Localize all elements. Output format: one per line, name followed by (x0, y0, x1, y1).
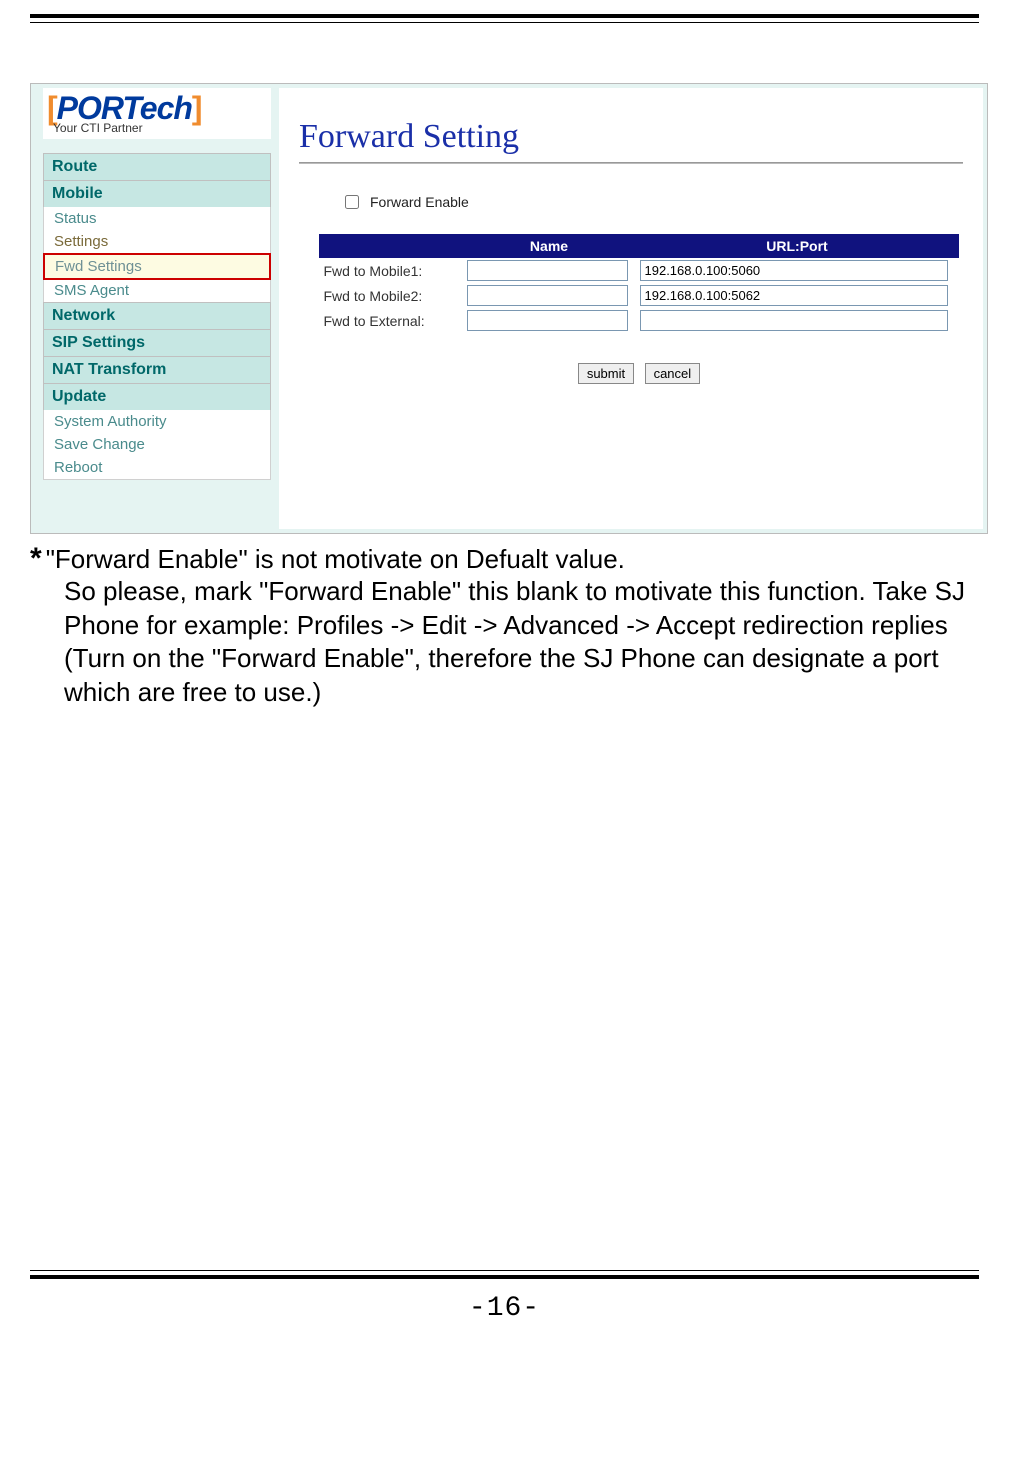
title-rule (299, 162, 963, 164)
th-blank (320, 235, 463, 258)
th-name: Name (463, 235, 636, 258)
page-title: Forward Setting (299, 118, 963, 156)
forward-enable-checkbox[interactable] (345, 195, 359, 209)
bracket-close-icon: ] (192, 90, 202, 126)
fwd-mobile2-url-input[interactable] (640, 285, 949, 306)
forward-table: Name URL:Port Fwd to Mobile1: Fwd to Mob… (319, 234, 959, 333)
submit-button[interactable]: submit (578, 363, 634, 384)
nav-mobile-status[interactable]: Status (43, 207, 271, 231)
fwd-mobile2-name-input[interactable] (467, 285, 629, 306)
row-label: Fwd to External: (320, 308, 463, 333)
page-number: -16- (30, 1293, 979, 1324)
note-block: * "Forward Enable" is not motivate on De… (30, 544, 979, 710)
nav-mobile[interactable]: Mobile (43, 180, 271, 208)
table-row: Fwd to Mobile1: (320, 258, 959, 284)
nav-route[interactable]: Route (43, 153, 271, 181)
nav-sip-settings[interactable]: SIP Settings (43, 329, 271, 357)
fwd-mobile1-name-input[interactable] (467, 260, 629, 281)
nav-mobile-sms-agent[interactable]: SMS Agent (43, 279, 271, 303)
asterisk-icon: * (30, 544, 42, 574)
app-screenshot: [PORTech] Your CTI Partner Route Mobile … (30, 83, 988, 534)
cancel-button[interactable]: cancel (645, 363, 701, 384)
nav-mobile-fwd-settings[interactable]: Fwd Settings (43, 253, 271, 280)
fwd-external-name-input[interactable] (467, 310, 629, 331)
nav-mobile-settings[interactable]: Settings (43, 230, 271, 254)
row-label: Fwd to Mobile1: (320, 258, 463, 284)
nav-reboot[interactable]: Reboot (43, 456, 271, 480)
note-line1: "Forward Enable" is not motivate on Defu… (46, 544, 625, 575)
content-area: Forward Setting Forward Enable Name URL:… (279, 88, 983, 529)
nav-nat-transform[interactable]: NAT Transform (43, 356, 271, 384)
nav-system-authority[interactable]: System Authority (43, 410, 271, 434)
nav-network[interactable]: Network (43, 302, 271, 330)
note-body: So please, mark "Forward Enable" this bl… (64, 575, 979, 710)
sidebar: [PORTech] Your CTI Partner Route Mobile … (35, 88, 279, 529)
fwd-external-url-input[interactable] (640, 310, 949, 331)
bottom-rule (30, 1270, 979, 1279)
logo-text: [PORTech] (47, 94, 271, 123)
nav-update[interactable]: Update (43, 383, 271, 411)
forward-enable-label: Forward Enable (370, 194, 469, 210)
th-url: URL:Port (636, 235, 959, 258)
table-row: Fwd to Mobile2: (320, 283, 959, 308)
top-rule (30, 14, 979, 23)
fwd-mobile1-url-input[interactable] (640, 260, 949, 281)
logo: [PORTech] Your CTI Partner (43, 88, 271, 139)
nav-save-change[interactable]: Save Change (43, 433, 271, 457)
table-row: Fwd to External: (320, 308, 959, 333)
row-label: Fwd to Mobile2: (320, 283, 463, 308)
